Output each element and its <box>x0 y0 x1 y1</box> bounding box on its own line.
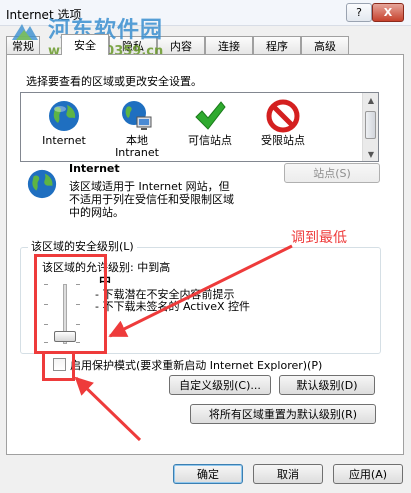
apply-button[interactable]: 应用(A) <box>333 464 403 484</box>
annotation-slider-box <box>34 254 107 354</box>
zone-label: 受限站点 <box>261 134 305 147</box>
annotation-checkbox-box <box>42 351 75 381</box>
tab-content[interactable]: 内容 <box>157 36 205 54</box>
zone-list: Internet 本地 Intranet 可信站点 受限站点 ▲ ▼ <box>20 92 379 162</box>
zone-label: 可信站点 <box>188 134 232 147</box>
globe-icon <box>27 169 57 199</box>
checkmark-icon <box>195 101 226 130</box>
tab-security[interactable]: 安全 <box>61 34 109 55</box>
help-button[interactable]: ? <box>346 3 372 22</box>
zone-label: 本地 Intranet <box>115 134 159 159</box>
reset-all-zones-button[interactable]: 将所有区域重置为默认级别(R) <box>190 404 376 424</box>
close-button[interactable]: X <box>372 3 404 22</box>
zone-label: Internet <box>42 134 86 147</box>
zone-title: Internet <box>69 162 120 175</box>
zone-local-intranet[interactable]: 本地 Intranet <box>102 93 172 161</box>
tab-advanced[interactable]: 高级 <box>301 36 349 54</box>
level-bullets: - 下载潜在不安全内容前提示 - 不下载未签名的 ActiveX 控件 <box>95 288 251 313</box>
scroll-up-icon[interactable]: ▲ <box>363 93 379 107</box>
tab-connections[interactable]: 连接 <box>205 36 253 54</box>
zone-list-scrollbar[interactable]: ▲ ▼ <box>362 93 378 161</box>
scroll-down-icon[interactable]: ▼ <box>363 147 379 161</box>
cancel-button[interactable]: 取消 <box>253 464 323 484</box>
protected-mode-label: 启用保护模式(要求重新启动 Internet Explorer)(P) <box>70 359 323 372</box>
zone-trusted-sites[interactable]: 可信站点 <box>175 93 245 161</box>
zone-description: 该区域适用于 Internet 网站，但 不适用于列在受信任和受限制区域 中的网… <box>69 180 234 219</box>
custom-level-button[interactable]: 自定义级别(C)... <box>169 375 271 395</box>
default-level-button[interactable]: 默认级别(D) <box>279 375 375 395</box>
zone-restricted-sites[interactable]: 受限站点 <box>248 93 318 161</box>
tab-programs[interactable]: 程序 <box>253 36 301 54</box>
select-zone-prompt: 选择要查看的区域或更改安全设置。 <box>26 75 202 88</box>
scroll-thumb[interactable] <box>365 111 376 139</box>
dialog-footer: 确定 取消 应用(A) <box>0 462 411 493</box>
ok-button[interactable]: 确定 <box>173 464 243 484</box>
intranet-icon <box>122 101 152 130</box>
zone-internet[interactable]: Internet <box>29 93 99 161</box>
no-entry-icon <box>266 99 300 133</box>
globe-icon <box>49 101 79 131</box>
annotation-text: 调到最低 <box>291 230 347 246</box>
sites-button[interactable]: 站点(S) <box>284 163 380 183</box>
security-level-label: 该区域的安全级别(L) <box>28 238 137 254</box>
watermark-logo-icon <box>12 24 38 40</box>
